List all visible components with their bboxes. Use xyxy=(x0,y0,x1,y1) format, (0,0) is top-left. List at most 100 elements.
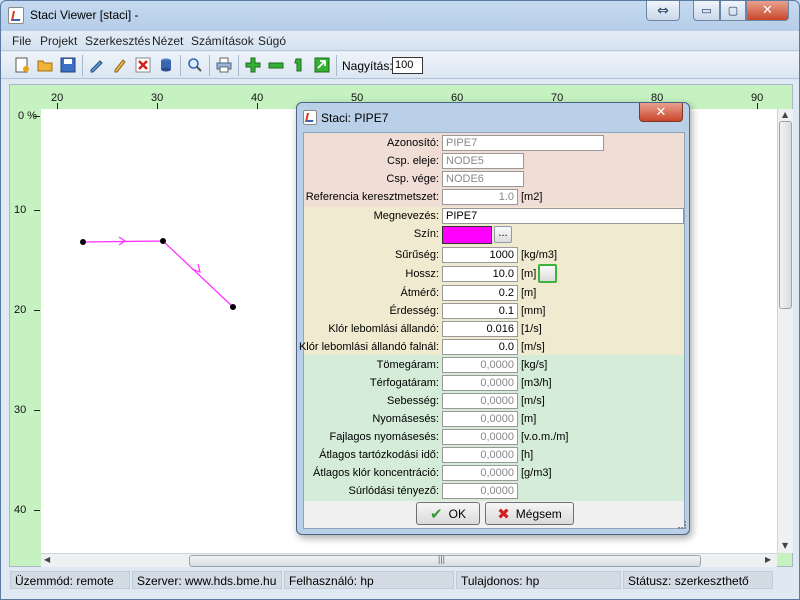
chlorine-concentration-unit: [g/m3] xyxy=(521,467,552,479)
pipe-icon[interactable] xyxy=(290,56,308,74)
y-tick-label: 40 xyxy=(14,504,27,516)
remove-icon[interactable] xyxy=(267,56,285,74)
diameter-row: Átmérő: 0.2 [m] xyxy=(304,285,684,303)
roughness-field[interactable]: 0.1 xyxy=(442,303,518,319)
edit-icon[interactable] xyxy=(88,56,106,74)
node-dot[interactable] xyxy=(80,239,86,245)
pipe-dialog: Staci: PIPE7 ✕ Azonosító: PIPE7 Csp. ele… xyxy=(296,102,690,535)
length-calc-button[interactable] xyxy=(538,264,557,283)
density-field[interactable]: 1000 xyxy=(442,247,518,263)
status-user: Felhasználó: hp xyxy=(284,571,454,589)
volume-flow-label: Térfogatáram: xyxy=(369,377,439,389)
dialog-title: Staci: PIPE7 xyxy=(321,111,389,125)
name-field[interactable]: PIPE7 xyxy=(442,208,684,224)
volume-flow-row: Térfogatáram: 0,0000 [m3/h] xyxy=(304,375,684,393)
restore-document-button[interactable]: ⇔ xyxy=(646,1,680,21)
zoom-input[interactable]: 100 xyxy=(392,57,423,74)
velocity-row: Sebesség: 0,0000 [m/s] xyxy=(304,393,684,411)
chlorine-wall-field[interactable]: 0.0 xyxy=(442,339,518,355)
resize-grip-icon[interactable] xyxy=(678,521,686,529)
diameter-unit: [m] xyxy=(521,287,537,299)
start-node-field[interactable]: NODE5 xyxy=(442,153,524,169)
add-icon[interactable] xyxy=(244,56,262,74)
name-row: Megnevezés: PIPE7 xyxy=(304,208,684,226)
y-tick-mark xyxy=(34,116,40,117)
roughness-row: Érdesség: 0.1 [mm] xyxy=(304,303,684,321)
chlorine-decay-label: Klór lebomlási állandó: xyxy=(328,323,439,335)
ok-button[interactable]: ✔ OK xyxy=(416,502,480,525)
start-node-label: Csp. eleje: xyxy=(387,155,439,167)
pipe-line[interactable] xyxy=(82,240,234,308)
residence-time-row: Átlagos tartózkodási idő: 0,0000 [h] xyxy=(304,447,684,465)
app-icon xyxy=(8,7,24,24)
length-label: Hossz: xyxy=(405,268,439,280)
horizontal-scrollbar[interactable]: ◀ ||| ▶ xyxy=(41,553,777,567)
new-file-icon[interactable] xyxy=(13,56,31,74)
menu-projekt[interactable]: Projekt xyxy=(40,34,77,48)
residence-time-unit: [h] xyxy=(521,449,534,461)
ref-area-label: Referencia keresztmetszet: xyxy=(305,191,439,203)
status-owner: Tulajdonos: hp xyxy=(456,571,621,589)
mass-flow-row: Tömegáram: 0,0000 [kg/s] xyxy=(304,357,684,375)
scroll-grip-icon: ||| xyxy=(438,554,446,564)
chlorine-concentration-label: Átlagos klór koncentráció: xyxy=(313,467,439,479)
menu-szerkesztes[interactable]: Szerkesztés xyxy=(85,34,150,48)
scroll-down-icon[interactable]: ▼ xyxy=(782,541,788,550)
dialog-close-button[interactable]: ✕ xyxy=(639,103,683,122)
id-row: Azonosító: PIPE7 xyxy=(304,135,684,153)
database-icon[interactable] xyxy=(157,56,175,74)
ok-button-label: OK xyxy=(448,506,466,521)
cancel-icon: ✖ xyxy=(497,504,510,523)
save-icon[interactable] xyxy=(59,56,77,74)
end-node-label: Csp. vége: xyxy=(386,173,439,185)
length-row: Hossz: 10.0 [m] xyxy=(304,264,684,284)
head-loss-field: 0,0000 xyxy=(442,411,518,427)
vertical-scrollbar[interactable]: ▲ ▼ xyxy=(777,109,793,553)
delete-icon[interactable] xyxy=(134,56,152,74)
y-tick-mark xyxy=(34,510,40,511)
length-field[interactable]: 10.0 xyxy=(442,266,518,282)
y-tick-label: 20 xyxy=(14,304,27,316)
node-dot[interactable] xyxy=(160,238,166,244)
vertical-scroll-thumb[interactable] xyxy=(779,121,792,309)
node-dot[interactable] xyxy=(230,304,236,310)
friction-factor-label: Súrlódási tényező: xyxy=(348,485,440,497)
color-swatch[interactable] xyxy=(442,226,492,244)
pencil-icon[interactable] xyxy=(111,56,129,74)
print-icon[interactable] xyxy=(215,56,233,74)
density-unit: [kg/m3] xyxy=(521,249,558,261)
cancel-button[interactable]: ✖ Mégsem xyxy=(485,502,574,525)
zoom-icon[interactable] xyxy=(186,56,204,74)
specific-head-loss-unit: [v.o.m./m] xyxy=(521,431,569,443)
export-icon[interactable] xyxy=(313,56,331,74)
diameter-field[interactable]: 0.2 xyxy=(442,285,518,301)
menu-sugo[interactable]: Súgó xyxy=(258,34,286,48)
minimize-button[interactable]: ▭ xyxy=(693,1,720,21)
velocity-field: 0,0000 xyxy=(442,393,518,409)
ref-area-field[interactable]: 1.0 xyxy=(442,189,518,205)
scroll-up-icon[interactable]: ▲ xyxy=(782,110,788,119)
chlorine-decay-field[interactable]: 0.016 xyxy=(442,321,518,337)
menu-szamitasok[interactable]: Számítások xyxy=(191,34,254,48)
chlorine-decay-unit: [1/s] xyxy=(521,323,542,335)
horizontal-scroll-thumb[interactable]: ||| xyxy=(189,554,701,567)
window-title: Staci Viewer [staci] - xyxy=(30,8,139,22)
chlorine-concentration-field: 0,0000 xyxy=(442,465,518,481)
flow-arrow xyxy=(191,263,201,273)
head-loss-label: Nyomásesés: xyxy=(372,413,439,425)
name-label: Megnevezés: xyxy=(373,210,439,222)
maximize-button[interactable]: ▢ xyxy=(720,1,746,21)
close-button[interactable]: ✕ xyxy=(746,1,789,21)
end-node-field[interactable]: NODE6 xyxy=(442,171,524,187)
menu-file[interactable]: File xyxy=(12,34,31,48)
scroll-right-icon[interactable]: ▶ xyxy=(765,555,771,564)
title-bar: Staci Viewer [staci] - ⇔ ▭ ▢ ✕ xyxy=(1,1,799,31)
color-picker-button[interactable]: ... xyxy=(494,226,512,243)
open-folder-icon[interactable] xyxy=(36,56,54,74)
density-label: Sűrűség: xyxy=(394,249,439,261)
toolbar: Nagyítás: 100 xyxy=(1,52,799,79)
scroll-left-icon[interactable]: ◀ xyxy=(44,555,50,564)
id-field[interactable]: PIPE7 xyxy=(442,135,604,151)
toolbar-separator xyxy=(336,55,337,76)
menu-nezet[interactable]: Nézet xyxy=(152,34,183,48)
